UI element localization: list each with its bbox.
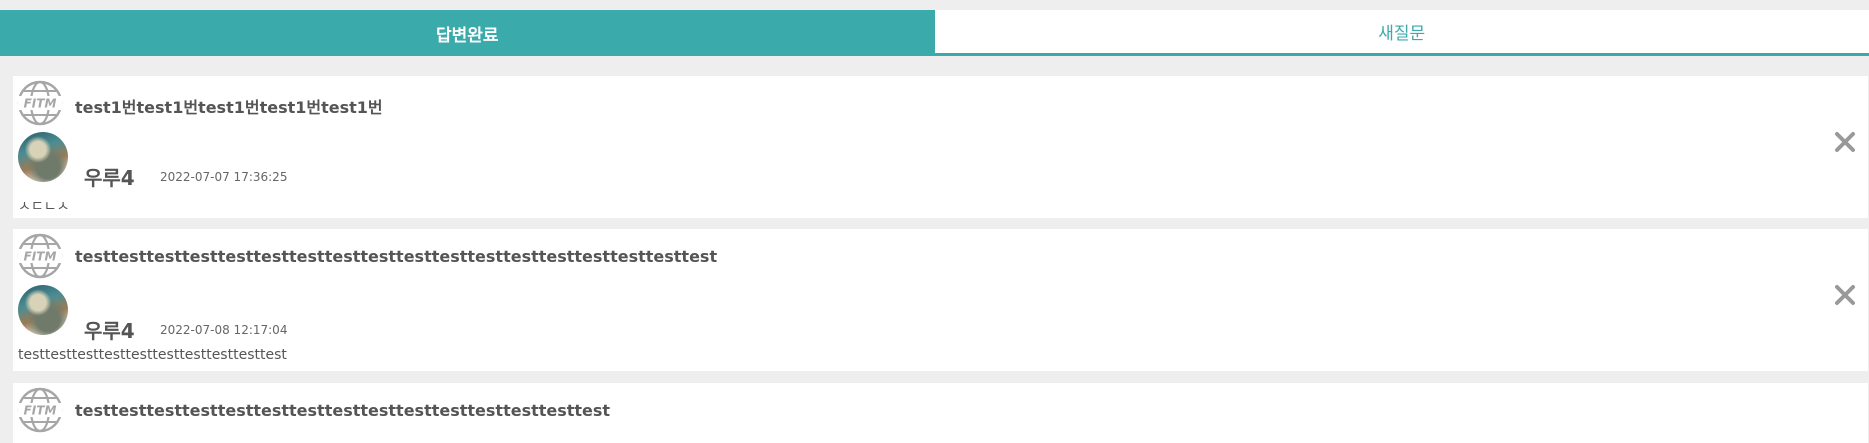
question-content: testtesttesttesttesttesttesttesttesttest <box>18 347 287 363</box>
svg-text:FITM: FITM <box>24 250 57 264</box>
close-icon[interactable] <box>1831 128 1859 156</box>
question-card[interactable]: FITM test1번test1번test1번test1번test1번 우루4 … <box>13 76 1868 218</box>
question-card[interactable]: FITM testtesttesttesttesttesttesttesttes… <box>13 383 1868 443</box>
question-content: ㅅㄷㄴㅅ <box>18 196 70 216</box>
svg-text:FITM: FITM <box>24 404 57 418</box>
svg-text:FITM: FITM <box>24 97 57 111</box>
question-title[interactable]: testtesttesttesttesttesttesttesttesttest… <box>75 247 717 266</box>
user-name: 우루4 <box>84 315 135 344</box>
post-date: 2022-07-07 17:36:25 <box>160 170 287 184</box>
question-card[interactable]: FITM testtesttesttesttesttesttesttesttes… <box>13 229 1868 371</box>
tab-answered[interactable]: 답변완료 <box>0 10 935 56</box>
avatar <box>18 132 68 182</box>
fitm-globe-icon: FITM <box>17 387 63 433</box>
close-icon[interactable] <box>1831 281 1859 309</box>
post-date: 2022-07-08 12:17:04 <box>160 323 287 337</box>
answer-tabs: 답변완료 새질문 <box>0 10 1869 56</box>
question-title[interactable]: test1번test1번test1번test1번test1번 <box>75 94 383 118</box>
question-title[interactable]: testtesttesttesttesttesttesttesttesttest… <box>75 401 610 420</box>
fitm-globe-icon: FITM <box>17 80 63 126</box>
fitm-globe-icon: FITM <box>17 233 63 279</box>
avatar <box>18 285 68 335</box>
tab-new-question[interactable]: 새질문 <box>935 10 1869 56</box>
user-name: 우루4 <box>84 162 135 191</box>
